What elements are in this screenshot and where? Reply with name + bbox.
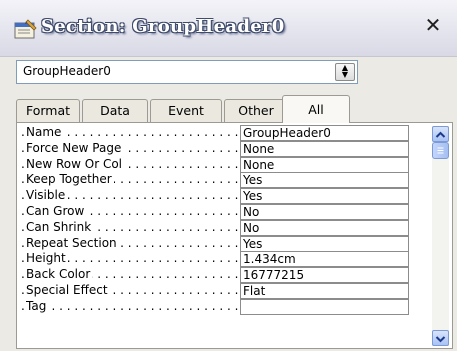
property-value-field[interactable]: 16777215 — [240, 267, 409, 284]
property-value-field[interactable]: Flat — [240, 282, 409, 299]
section-selector-dropdown[interactable]: GroupHeader0 ▲ ▼ — [16, 60, 358, 84]
section-selector-value: GroupHeader0 — [23, 64, 111, 78]
property-value-field[interactable]: Yes — [240, 235, 409, 252]
property-row[interactable]: . . . . . . . . . . . . . . . . . . . . … — [21, 251, 416, 268]
property-row[interactable]: . . . . . . . . . . . . . . . . . . . . … — [21, 267, 416, 284]
tab-label: Format — [25, 103, 71, 118]
tab-label: Data — [100, 103, 130, 118]
property-name: Tag — [26, 298, 49, 314]
property-sheet-window: Section: GroupHeader0 ✕ GroupHeader0 ▲ ▼ … — [0, 0, 457, 351]
scroll-down-button[interactable] — [432, 330, 449, 346]
arrow-down-icon — [435, 336, 446, 343]
property-name: Keep Together — [26, 172, 114, 188]
tab-label: All — [308, 102, 324, 117]
property-name: Can Grow — [26, 203, 87, 219]
property-tabs: Format Data Event Other All — [16, 95, 446, 123]
tab-all[interactable]: All — [282, 95, 350, 123]
property-row[interactable]: . . . . . . . . . . . . . . . . . . . . … — [21, 235, 416, 252]
property-row[interactable]: . . . . . . . . . . . . . . . . . . . . … — [21, 219, 416, 236]
property-value-field[interactable]: Yes — [240, 188, 409, 205]
property-row[interactable]: . . . . . . . . . . . . . . . . . . . . … — [21, 140, 416, 157]
property-name: Name — [26, 125, 64, 140]
property-name: Height — [26, 251, 68, 267]
vertical-scrollbar[interactable] — [432, 126, 449, 346]
property-value-field[interactable]: 1.434cm — [240, 251, 409, 268]
property-value-field[interactable]: No — [240, 219, 409, 236]
property-value-field[interactable]: None — [240, 156, 409, 173]
tab-label: Other — [238, 103, 274, 118]
arrow-up-icon — [435, 131, 446, 138]
properties-icon — [14, 19, 38, 39]
property-row[interactable]: . . . . . . . . . . . . . . . . . . . . … — [21, 172, 416, 189]
title-bar[interactable]: Section: GroupHeader0 ✕ — [0, 0, 457, 57]
tab-other[interactable]: Other — [224, 99, 288, 122]
property-name: Can Shrink — [26, 219, 94, 235]
property-value-field[interactable] — [240, 298, 409, 315]
property-row[interactable]: . . . . . . . . . . . . . . . . . . . . … — [21, 125, 416, 141]
tab-data[interactable]: Data — [82, 99, 148, 122]
property-row[interactable]: . . . . . . . . . . . . . . . . . . . . … — [21, 282, 416, 299]
close-button[interactable]: ✕ — [422, 14, 444, 36]
property-name: Visible — [26, 188, 68, 204]
property-list-panel: . . . . . . . . . . . . . . . . . . . . … — [16, 122, 453, 349]
property-row[interactable]: . . . . . . . . . . . . . . . . . . . . … — [21, 188, 416, 205]
property-value-field[interactable]: GroupHeader0 — [240, 125, 409, 141]
property-name: New Row Or Col — [26, 156, 125, 172]
scroll-up-button[interactable] — [432, 126, 449, 142]
property-value-field[interactable]: None — [240, 140, 409, 157]
window-title: Section: GroupHeader0 — [41, 16, 285, 37]
tab-label: Event — [168, 103, 204, 118]
property-name: Force New Page — [26, 140, 124, 156]
leader-dots: . . . . . . . . . . . . . . . . . . . . … — [21, 298, 239, 313]
property-name: Special Effect — [26, 282, 110, 298]
property-name: Repeat Section — [26, 235, 119, 251]
property-row[interactable]: . . . . . . . . . . . . . . . . . . . . … — [21, 156, 416, 173]
property-grid: . . . . . . . . . . . . . . . . . . . . … — [21, 125, 416, 315]
tab-format[interactable]: Format — [16, 99, 80, 122]
tab-event[interactable]: Event — [150, 99, 222, 122]
chevron-updown-icon: ▲ ▼ — [341, 63, 349, 79]
property-name: Back Color — [26, 267, 93, 283]
property-row[interactable]: . . . . . . . . . . . . . . . . . . . . … — [21, 203, 416, 220]
property-row[interactable]: . . . . . . . . . . . . . . . . . . . . … — [21, 298, 416, 315]
dropdown-button[interactable]: ▲ ▼ — [335, 63, 355, 81]
property-value-field[interactable]: No — [240, 203, 409, 220]
property-value-field[interactable]: Yes — [240, 172, 409, 189]
scroll-thumb[interactable] — [432, 142, 449, 159]
grip-icon — [437, 147, 444, 154]
close-icon: ✕ — [424, 13, 442, 37]
